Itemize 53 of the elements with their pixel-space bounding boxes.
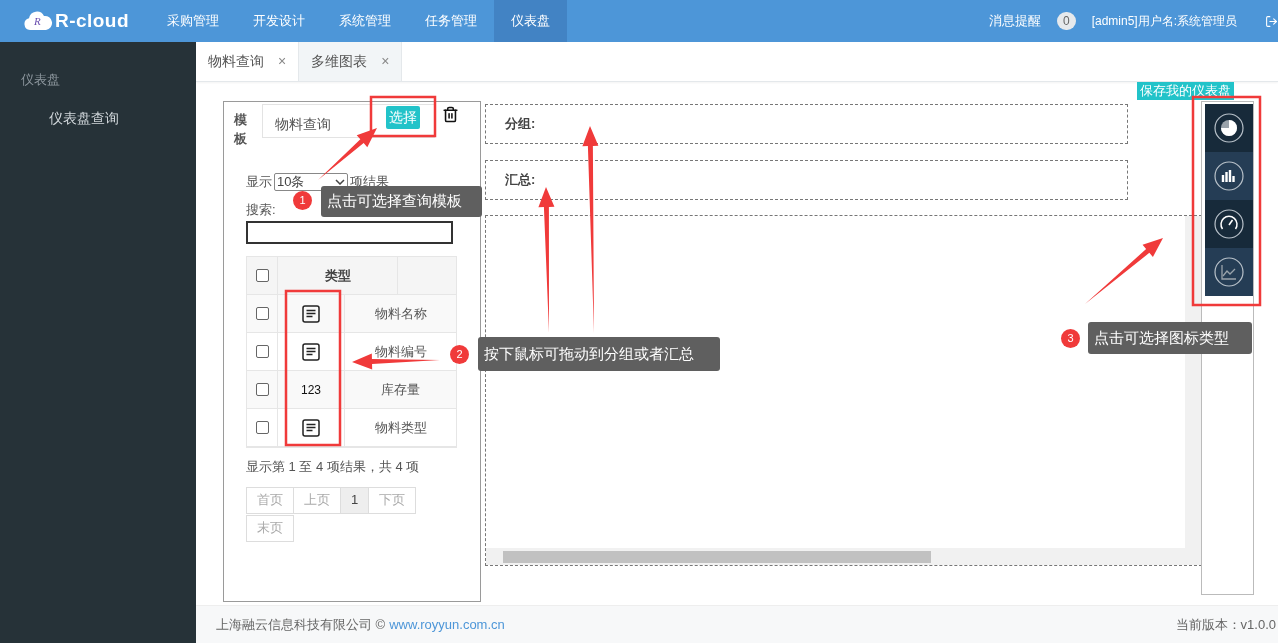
company-text: 上海融云信息科技有限公司 ©: [216, 615, 386, 634]
table-cell-text: 物料编号: [374, 342, 427, 361]
notice-count-badge: 0: [1056, 12, 1076, 30]
tooltip-callout: 点击可选择查询模板: [321, 186, 482, 217]
search-field[interactable]: [246, 221, 453, 244]
nav-item[interactable]: 仪表盘: [494, 0, 567, 42]
show-label: 显示: [246, 173, 272, 191]
close-icon[interactable]: ×: [278, 51, 287, 72]
table-cell-text: 库存量: [381, 380, 420, 399]
checkbox[interactable]: [255, 383, 269, 396]
number-type-label: 123: [301, 381, 321, 399]
tab-label: 多维图表: [311, 52, 368, 71]
website-link[interactable]: www.royyun.com.cn: [389, 614, 505, 635]
tooltip-callout: 按下鼠标可拖动到分组或者汇总: [478, 337, 720, 371]
checkbox[interactable]: [255, 269, 269, 282]
logo-text: R-cloud: [55, 8, 130, 33]
table-cell-text: 物料类型: [374, 418, 427, 437]
sidebar-item[interactable]: 仪表盘查询: [0, 107, 196, 129]
search-label: 搜索:: [246, 200, 276, 219]
checkbox[interactable]: [255, 421, 269, 434]
nav-item[interactable]: 采购管理: [150, 0, 236, 42]
nav-item[interactable]: 系统管理: [322, 0, 408, 42]
checkbox[interactable]: [255, 345, 269, 358]
tab[interactable]: 物料查询 ×: [196, 42, 300, 81]
close-icon[interactable]: ×: [381, 51, 390, 72]
table-cell-text: 物料名称: [374, 304, 427, 323]
nav-item[interactable]: 开发设计: [236, 0, 322, 42]
chevron-down-icon: [335, 178, 345, 185]
horizontal-scrollbar[interactable]: [486, 548, 1201, 565]
logo-mark: R: [34, 14, 41, 29]
pagination-button[interactable]: 1: [340, 486, 370, 514]
trash-icon[interactable]: [442, 106, 459, 123]
template-label: 模 板: [234, 111, 248, 148]
highlight-frame: [369, 95, 437, 138]
notice-label[interactable]: 消息提醒: [988, 11, 1041, 31]
line-chart-icon[interactable]: [1213, 256, 1245, 288]
pie-chart-icon[interactable]: [1213, 112, 1245, 144]
tooltip-callout: 点击可选择图标类型: [1088, 322, 1252, 354]
user-label[interactable]: [admin5]用户名:系统管理员: [1091, 12, 1237, 30]
sidebar-section: 仪表盘: [0, 70, 196, 90]
nav-item[interactable]: 任务管理: [408, 0, 494, 42]
gauge-icon[interactable]: [1213, 208, 1245, 240]
tab-label: 物料查询: [208, 52, 264, 71]
tab[interactable]: 多维图表 ×: [299, 42, 403, 81]
version-text: 当前版本：v1.0.0: [1175, 615, 1276, 634]
checkbox[interactable]: [255, 307, 269, 320]
select-button[interactable]: 选择: [386, 106, 420, 129]
cloud-logo-icon: [23, 11, 53, 31]
table-info: 显示第 1 至 4 项结果，共 4 项: [246, 458, 420, 476]
step-number-badge: 1: [293, 191, 312, 210]
step-number-badge: 3: [1061, 329, 1080, 348]
bar-chart-icon[interactable]: [1213, 160, 1245, 192]
logout-icon[interactable]: [1265, 14, 1278, 28]
